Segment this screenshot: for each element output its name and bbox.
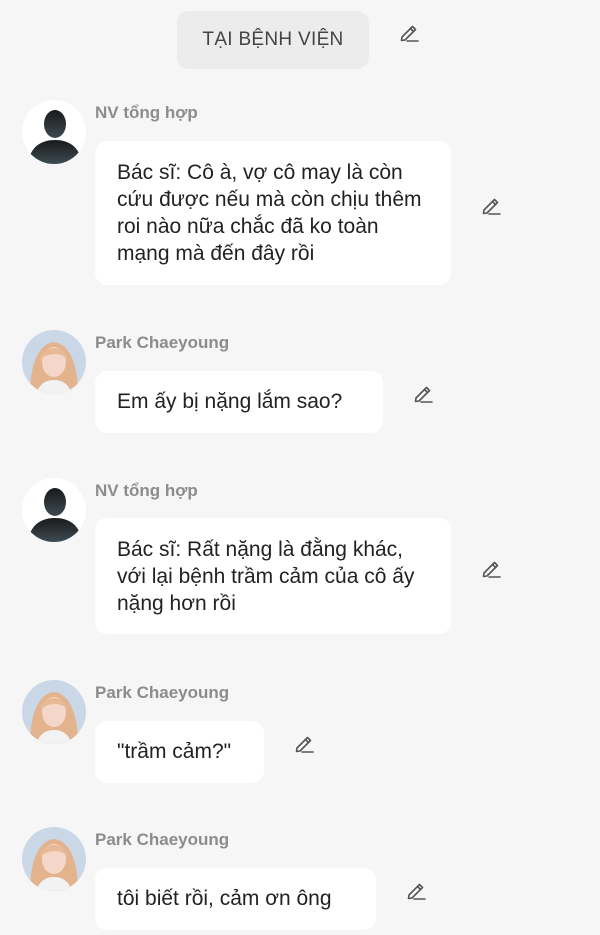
message-bubble: Bác sĩ: Rất nặng là đằng khác, với lại b… <box>95 518 451 634</box>
woman-portrait-avatar[interactable] <box>22 680 86 744</box>
message-bubble: "trầm cảm?" <box>95 721 264 783</box>
message-bubble: Em ấy bị nặng lắm sao? <box>95 371 383 433</box>
message-bubble: tôi biết rồi, cảm ơn ông <box>95 868 376 930</box>
sender-name: Park Chaeyoung <box>95 683 230 702</box>
message-text: "trầm cảm?" <box>117 740 232 763</box>
sender-name: Park Chaeyoung <box>95 830 230 849</box>
edit-message-pencil-icon[interactable] <box>479 556 503 580</box>
message-text: Em ấy bị nặng lắm sao? <box>117 390 343 413</box>
sender-name: NV tổng hợp <box>95 103 198 122</box>
edit-message-pencil-icon[interactable] <box>479 193 503 217</box>
edit-message-pencil-icon[interactable] <box>404 878 428 902</box>
edit-message-pencil-icon[interactable] <box>411 381 435 405</box>
sender-name: NV tổng hợp <box>95 481 198 500</box>
message-text: Bác sĩ: Cô à, vợ cô may là còn cứu được … <box>117 161 422 265</box>
scene-title-pill: TẠI BỆNH VIỆN <box>177 11 369 69</box>
message-bubble: Bác sĩ: Cô à, vợ cô may là còn cứu được … <box>95 141 451 285</box>
message-text: Bác sĩ: Rất nặng là đằng khác, với lại b… <box>117 538 415 615</box>
edit-title-pencil-icon[interactable] <box>397 20 421 44</box>
woman-portrait-avatar[interactable] <box>22 330 86 394</box>
edit-message-pencil-icon[interactable] <box>292 731 316 755</box>
silhouette-avatar[interactable] <box>22 100 86 164</box>
scene-title: TẠI BỆNH VIỆN <box>202 29 344 50</box>
silhouette-avatar[interactable] <box>22 478 86 542</box>
woman-portrait-avatar[interactable] <box>22 827 86 891</box>
message-text: tôi biết rồi, cảm ơn ông <box>117 887 332 910</box>
sender-name: Park Chaeyoung <box>95 333 230 352</box>
